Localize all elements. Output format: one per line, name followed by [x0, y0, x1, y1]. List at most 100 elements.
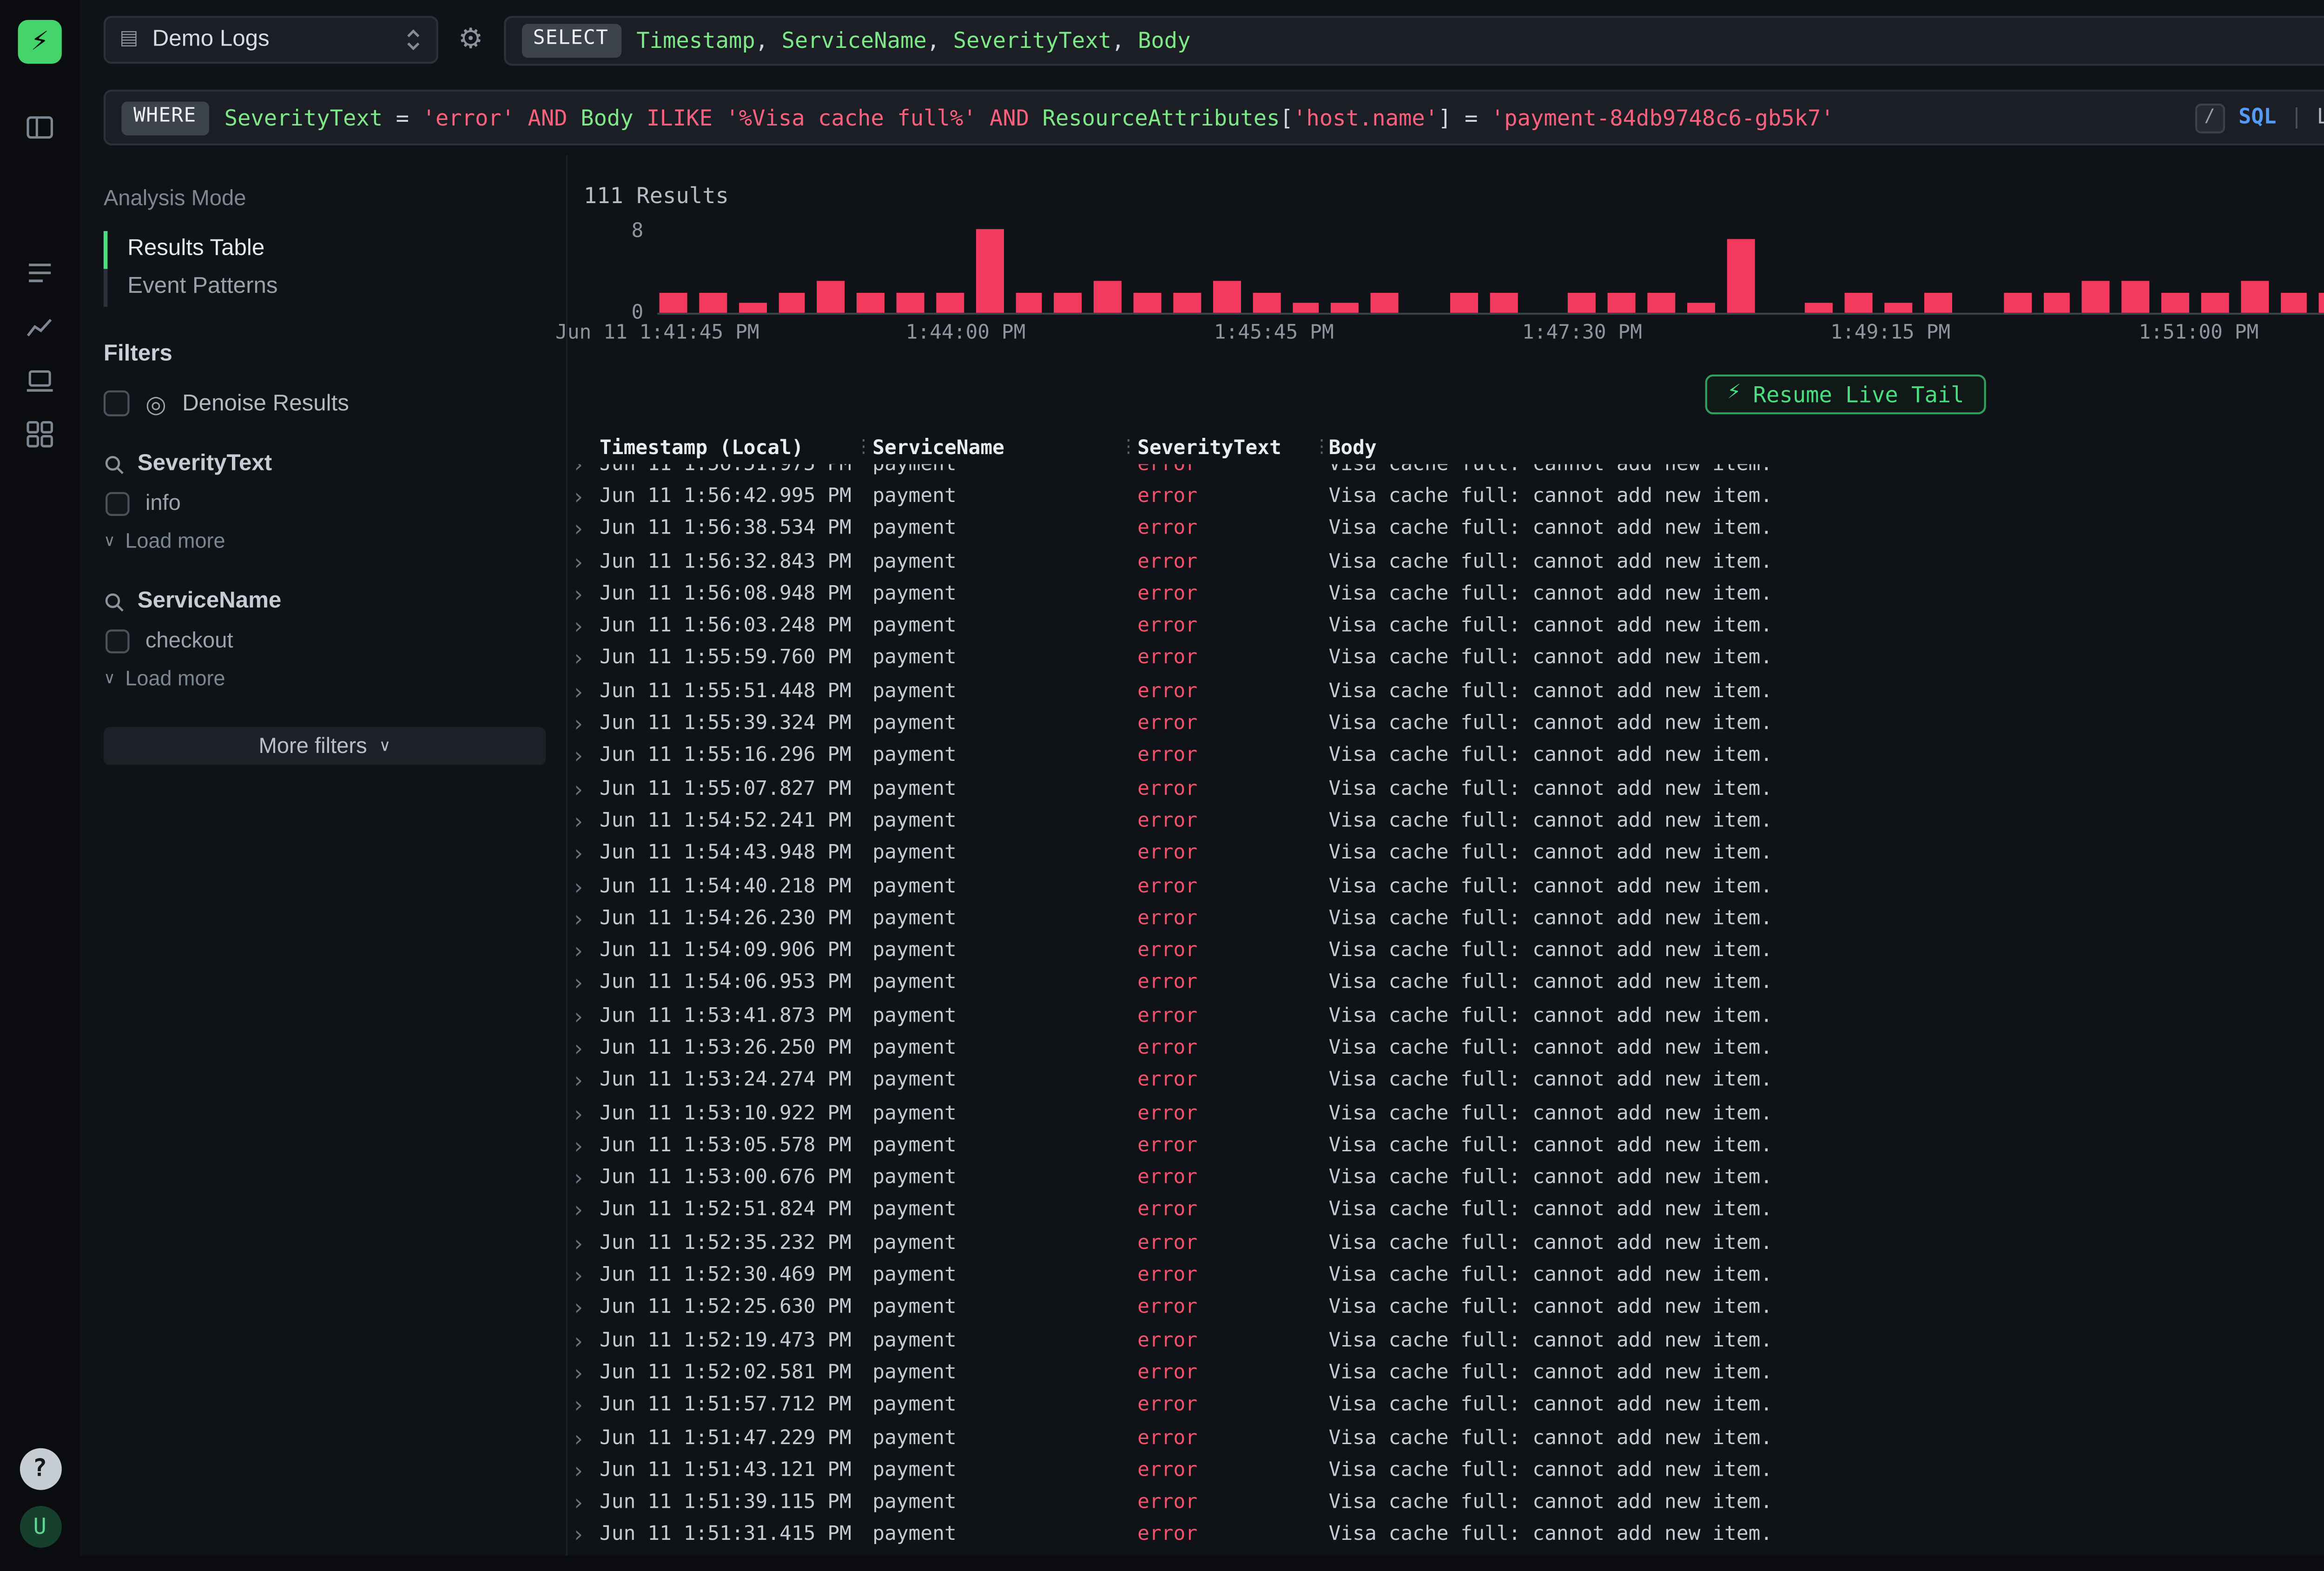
- log-row[interactable]: ›Jun 11 1:51:47.229 PMpaymenterrorVisa c…: [568, 1422, 2324, 1455]
- row-expand-chevron[interactable]: ›: [572, 1362, 600, 1384]
- log-row[interactable]: ›Jun 11 1:53:05.578 PMpaymenterrorVisa c…: [568, 1130, 2324, 1162]
- load-more-servicename[interactable]: ∨ Load more: [104, 667, 546, 691]
- column-resizer[interactable]: ⋮: [1120, 438, 1138, 458]
- log-row[interactable]: ›Jun 11 1:53:24.274 PMpaymenterrorVisa c…: [568, 1065, 2324, 1097]
- histogram-bar[interactable]: [936, 292, 964, 313]
- log-row[interactable]: ›Jun 11 1:55:59.760 PMpaymenterrorVisa c…: [568, 643, 2324, 675]
- sql-toggle[interactable]: SQL: [2238, 106, 2276, 129]
- log-row[interactable]: ›Jun 11 1:56:08.948 PMpaymenterrorVisa c…: [568, 578, 2324, 611]
- histogram-bar[interactable]: [1885, 302, 1912, 313]
- row-expand-chevron[interactable]: ›: [572, 1330, 600, 1352]
- log-row[interactable]: ›Jun 11 1:52:02.581 PMpaymenterrorVisa c…: [568, 1357, 2324, 1390]
- row-expand-chevron[interactable]: ›: [572, 746, 600, 767]
- histogram-bar[interactable]: [2122, 281, 2149, 313]
- histogram-bar[interactable]: [2043, 292, 2070, 313]
- log-row[interactable]: ›Jun 11 1:55:16.296 PMpaymenterrorVisa c…: [568, 740, 2324, 773]
- log-row[interactable]: ›Jun 11 1:56:42.995 PMpaymenterrorVisa c…: [568, 481, 2324, 513]
- sessions-button[interactable]: [24, 364, 56, 396]
- row-expand-chevron[interactable]: ›: [572, 681, 600, 703]
- histogram-bar[interactable]: [1331, 302, 1359, 313]
- histogram-bar[interactable]: [1845, 292, 1873, 313]
- histogram-bar[interactable]: [2240, 281, 2268, 313]
- load-more-severitytext[interactable]: ∨ Load more: [104, 530, 546, 554]
- row-expand-chevron[interactable]: ›: [572, 1427, 600, 1449]
- log-row[interactable]: ›Jun 11 1:54:40.218 PMpaymenterrorVisa c…: [568, 870, 2324, 903]
- log-row[interactable]: ›Jun 11 1:51:43.121 PMpaymenterrorVisa c…: [568, 1454, 2324, 1487]
- log-row[interactable]: ›Jun 11 1:52:35.232 PMpaymenterrorVisa c…: [568, 1228, 2324, 1260]
- row-expand-chevron[interactable]: ›: [572, 843, 600, 865]
- histogram-bar[interactable]: [2201, 292, 2228, 313]
- filter-checkbox[interactable]: [106, 492, 129, 516]
- histogram-bar[interactable]: [1213, 281, 1240, 313]
- row-expand-chevron[interactable]: ›: [572, 973, 600, 995]
- more-filters-button[interactable]: More filters ∨: [104, 727, 546, 765]
- column-resizer[interactable]: ⋮: [1313, 438, 1328, 458]
- histogram-bar[interactable]: [2319, 292, 2324, 313]
- user-avatar[interactable]: U: [19, 1505, 61, 1547]
- histogram-bar[interactable]: [1806, 302, 1833, 313]
- histogram-bar[interactable]: [1490, 292, 1517, 313]
- dashboards-button[interactable]: [24, 418, 56, 450]
- row-expand-chevron[interactable]: ›: [572, 1525, 600, 1546]
- row-expand-chevron[interactable]: ›: [572, 1460, 600, 1482]
- row-expand-chevron[interactable]: ›: [572, 1265, 600, 1287]
- source-select[interactable]: ▤ Demo Logs: [104, 16, 438, 64]
- histogram-bar[interactable]: [2280, 292, 2307, 313]
- row-expand-chevron[interactable]: ›: [572, 713, 600, 735]
- histogram-bar[interactable]: [1173, 292, 1201, 313]
- histogram-bar[interactable]: [2003, 292, 2031, 313]
- histogram-bar[interactable]: [1924, 292, 1952, 313]
- log-row[interactable]: ›Jun 11 1:52:51.824 PMpaymenterrorVisa c…: [568, 1195, 2324, 1228]
- log-row[interactable]: ›Jun 11 1:51:57.712 PMpaymenterrorVisa c…: [568, 1390, 2324, 1422]
- log-row[interactable]: ›Jun 11 1:52:25.630 PMpaymenterrorVisa c…: [568, 1292, 2324, 1325]
- log-row[interactable]: ›Jun 11 1:54:06.953 PMpaymenterrorVisa c…: [568, 968, 2324, 1000]
- histogram-bar[interactable]: [1094, 281, 1122, 313]
- column-resizer[interactable]: ⋮: [855, 438, 873, 458]
- log-row[interactable]: ›Jun 11 1:56:51.975 PMpaymenterrorVisa c…: [568, 464, 2324, 481]
- row-expand-chevron[interactable]: ›: [572, 876, 600, 898]
- row-expand-chevron[interactable]: ›: [572, 486, 600, 508]
- row-expand-chevron[interactable]: ›: [572, 1233, 600, 1254]
- histogram-bar[interactable]: [1648, 292, 1675, 313]
- histogram-bar[interactable]: [2082, 281, 2110, 313]
- log-row[interactable]: ›Jun 11 1:56:32.843 PMpaymenterrorVisa c…: [568, 546, 2324, 578]
- where-query-input[interactable]: WHERE SeverityText = 'error' AND Body IL…: [104, 90, 2324, 145]
- histogram-bar[interactable]: [897, 292, 924, 313]
- row-expand-chevron[interactable]: ›: [572, 616, 600, 638]
- sidebar-toggle-button[interactable]: [24, 112, 56, 144]
- row-expand-chevron[interactable]: ›: [572, 1135, 600, 1157]
- search-logs-button[interactable]: [24, 257, 56, 289]
- row-expand-chevron[interactable]: ›: [572, 1492, 600, 1514]
- log-row[interactable]: ›Jun 11 1:52:30.469 PMpaymenterrorVisa c…: [568, 1260, 2324, 1292]
- histogram-bar[interactable]: [778, 292, 805, 313]
- chart-explorer-button[interactable]: [24, 311, 56, 343]
- row-expand-chevron[interactable]: ›: [572, 648, 600, 670]
- log-row[interactable]: ›Jun 11 1:54:52.241 PMpaymenterrorVisa c…: [568, 805, 2324, 838]
- row-expand-chevron[interactable]: ›: [572, 1038, 600, 1060]
- row-expand-chevron[interactable]: ›: [572, 1395, 600, 1417]
- row-expand-chevron[interactable]: ›: [572, 1298, 600, 1320]
- row-expand-chevron[interactable]: ›: [572, 1200, 600, 1222]
- log-row[interactable]: ›Jun 11 1:53:41.873 PMpaymenterrorVisa c…: [568, 1000, 2324, 1033]
- filter-option-info[interactable]: info: [104, 492, 546, 516]
- settings-gear-icon[interactable]: ⚙: [458, 26, 483, 54]
- select-query-input[interactable]: SELECT Timestamp, ServiceName, SeverityT…: [503, 15, 2324, 65]
- histogram-bar[interactable]: [1727, 239, 1754, 313]
- row-expand-chevron[interactable]: ›: [572, 1102, 600, 1124]
- resume-live-tail-button[interactable]: ⚡ Resume Live Tail: [1705, 375, 1986, 415]
- help-button[interactable]: ?: [19, 1447, 61, 1489]
- histogram-bar[interactable]: [1015, 292, 1043, 313]
- histogram-bar[interactable]: [2161, 292, 2189, 313]
- histogram-bar[interactable]: [1608, 292, 1636, 313]
- lucene-toggle[interactable]: Lucene: [2317, 106, 2324, 129]
- histogram-bar[interactable]: [818, 281, 845, 313]
- row-expand-chevron[interactable]: ›: [572, 518, 600, 540]
- row-expand-chevron[interactable]: ›: [572, 940, 600, 962]
- mode-results-table[interactable]: Results Table: [104, 231, 546, 269]
- log-row[interactable]: ›Jun 11 1:54:43.948 PMpaymenterrorVisa c…: [568, 838, 2324, 870]
- log-row[interactable]: ›Jun 11 1:53:26.250 PMpaymenterrorVisa c…: [568, 1032, 2324, 1065]
- histogram-bar[interactable]: [1371, 292, 1398, 313]
- histogram-bar[interactable]: [1292, 302, 1319, 313]
- row-expand-chevron[interactable]: ›: [572, 1168, 600, 1189]
- app-logo[interactable]: ⚡: [18, 20, 62, 64]
